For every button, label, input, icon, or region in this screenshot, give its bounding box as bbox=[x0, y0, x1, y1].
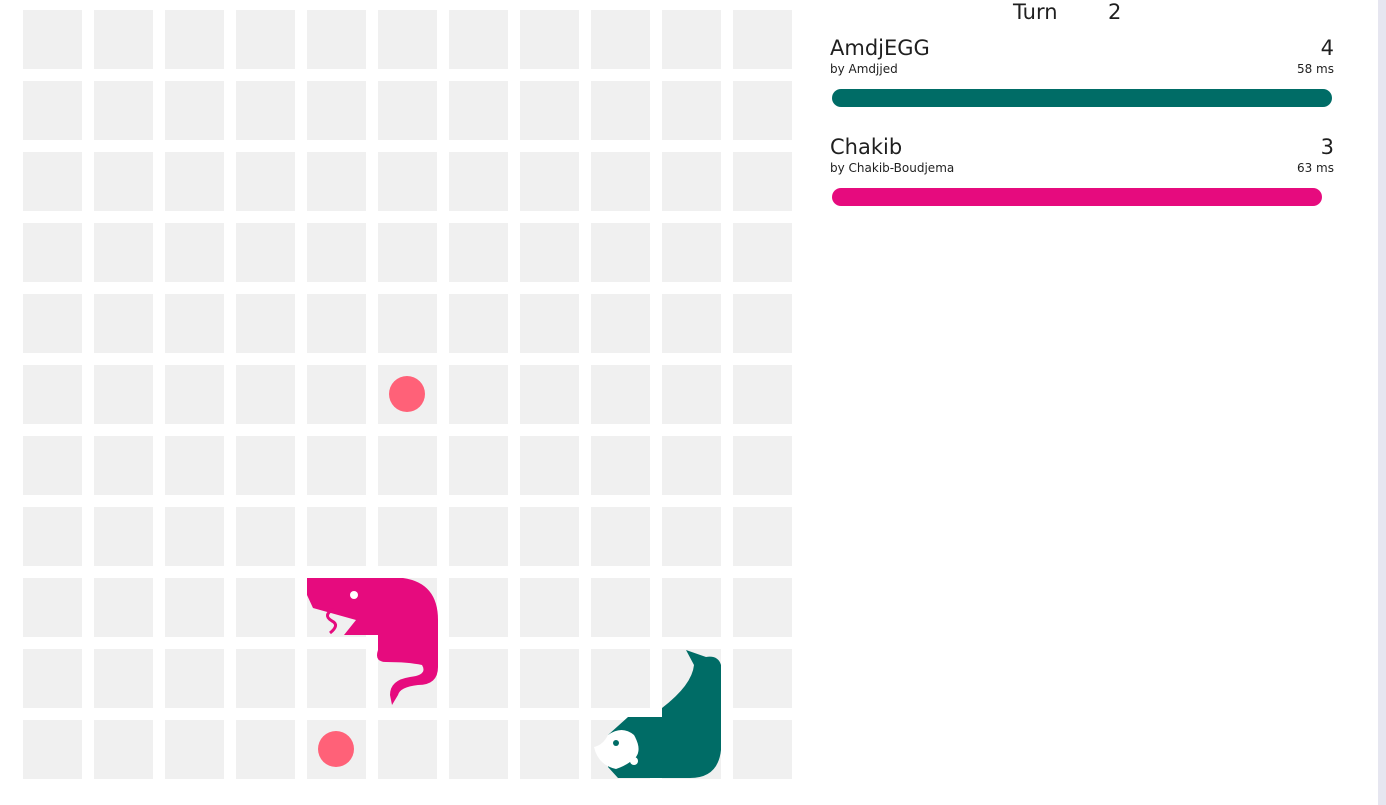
turn-value: 2 bbox=[1108, 0, 1122, 24]
player-name: Chakib bbox=[830, 135, 903, 159]
snake-chakib bbox=[307, 578, 438, 705]
player-card-amdjegg[interactable]: AmdjEGG by Amdjjed 4 58 ms bbox=[830, 36, 1334, 116]
game-board bbox=[18, 5, 798, 785]
player-name: AmdjEGG bbox=[830, 36, 930, 60]
scoreboard-panel: Turn 2 AmdjEGG by Amdjjed 4 58 ms Chakib… bbox=[830, 0, 1334, 805]
snake-amdjegg-nose-icon bbox=[630, 757, 638, 765]
player-length: 4 bbox=[1320, 36, 1334, 60]
player-length: 3 bbox=[1320, 135, 1334, 159]
snake-amdjegg-tail-icon bbox=[662, 650, 721, 708]
snake-amdjegg-eye-icon bbox=[613, 740, 619, 746]
scrollbar-track[interactable] bbox=[1378, 0, 1386, 805]
turn-label: Turn bbox=[1013, 0, 1058, 24]
health-bar bbox=[832, 89, 1332, 107]
snake-chakib-eye-icon bbox=[350, 591, 358, 599]
player-author: by Chakib-Boudjema bbox=[830, 161, 955, 175]
player-latency: 63 ms bbox=[1296, 161, 1334, 175]
snake-layer bbox=[307, 578, 721, 778]
health-bar-track bbox=[832, 188, 1332, 206]
player-card-chakib[interactable]: Chakib by Chakib-Boudjema 3 63 ms bbox=[830, 135, 1334, 215]
health-bar-track bbox=[832, 89, 1332, 107]
snake-chakib-tail-icon bbox=[377, 650, 438, 705]
player-latency: 58 ms bbox=[1296, 62, 1334, 76]
health-bar bbox=[832, 188, 1322, 206]
snake-amdjegg bbox=[594, 650, 721, 778]
player-author: by Amdjjed bbox=[830, 62, 898, 76]
